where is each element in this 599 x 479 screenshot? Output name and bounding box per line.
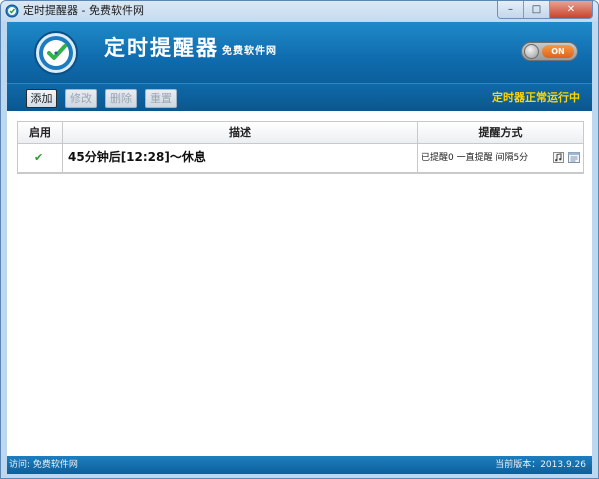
timer-toggle[interactable]: ON: [521, 42, 578, 61]
visit-link[interactable]: 访问: 免费软件网: [9, 459, 78, 471]
cell-enabled[interactable]: ✔: [18, 144, 63, 172]
minimize-button[interactable]: –: [498, 1, 524, 18]
close-button[interactable]: ✕: [550, 1, 592, 18]
column-header-mode[interactable]: 提醒方式: [418, 122, 583, 143]
toggle-knob: [524, 44, 539, 59]
main-content: 启用 描述 提醒方式 ✔ 45分钟后[12:28]～休息 已提醒0 一直提醒 间…: [7, 111, 592, 456]
app-window: 定时提醒器 - 免费软件网 – □ ✕ 定时提醒器 免费软件网 ON 添加 修改…: [0, 0, 599, 479]
reset-button[interactable]: 重置: [145, 89, 177, 108]
alarm-clock-logo-icon: [34, 31, 78, 75]
toolbar: 添加 修改 删除 重置 定时器正常运行中: [7, 83, 592, 111]
window-controls: – □ ✕: [497, 1, 593, 19]
app-name: 定时提醒器: [104, 36, 219, 60]
column-header-enabled[interactable]: 启用: [18, 122, 63, 143]
maximize-button[interactable]: □: [524, 1, 550, 18]
checkmark-icon[interactable]: ✔: [34, 151, 43, 164]
table-header: 启用 描述 提醒方式: [18, 122, 583, 144]
edit-button[interactable]: 修改: [65, 89, 97, 108]
add-button[interactable]: 添加: [26, 89, 57, 108]
toggle-label: ON: [542, 45, 574, 58]
reminder-mode: 已提醒0 一直提醒 间隔5分: [421, 153, 529, 163]
status-bar: 访问: 免费软件网 当前版本：2013.9.26: [7, 456, 592, 474]
delete-button[interactable]: 删除: [105, 89, 137, 108]
cell-description[interactable]: 45分钟后[12:28]～休息: [63, 144, 418, 172]
table-row[interactable]: ✔ 45分钟后[12:28]～休息 已提醒0 一直提醒 间隔5分: [18, 144, 583, 173]
clock-icon: [5, 4, 19, 18]
app-subtitle: 免费软件网: [222, 46, 277, 57]
title-bar[interactable]: 定时提醒器 - 免费软件网 – □ ✕: [1, 1, 598, 21]
column-header-description[interactable]: 描述: [63, 122, 418, 143]
timer-status: 定时器正常运行中: [492, 91, 580, 104]
music-note-icon[interactable]: [553, 152, 564, 163]
window-title: 定时提醒器 - 免费软件网: [23, 4, 144, 17]
reminder-description: 45分钟后[12:28]～休息: [68, 150, 206, 164]
message-window-icon[interactable]: [568, 152, 580, 163]
reminder-table: 启用 描述 提醒方式 ✔ 45分钟后[12:28]～休息 已提醒0 一直提醒 间…: [17, 121, 584, 174]
cell-mode[interactable]: 已提醒0 一直提醒 间隔5分: [418, 144, 583, 172]
app-banner: 定时提醒器 免费软件网 ON: [7, 22, 592, 83]
version-label: 当前版本：2013.9.26: [495, 460, 586, 470]
